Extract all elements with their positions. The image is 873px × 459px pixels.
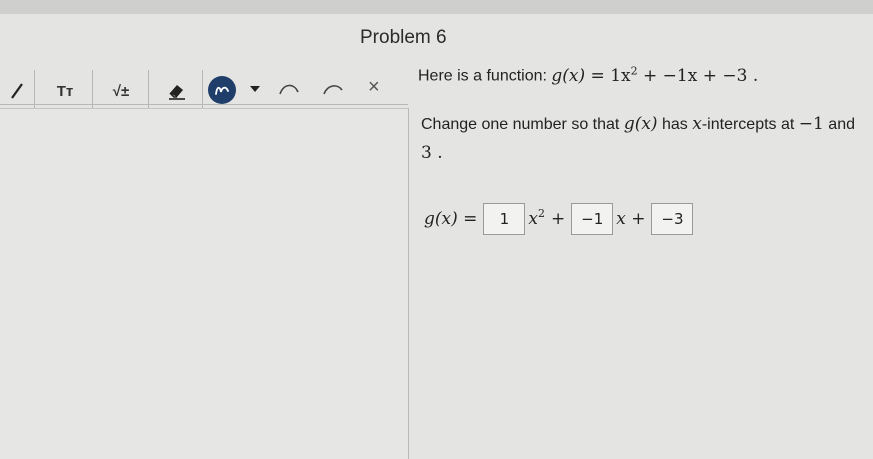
eraser-icon xyxy=(169,85,185,100)
answer-row: g(x) = 1 x2 + −1 x + −3 xyxy=(424,203,694,235)
function-term-a: 1x xyxy=(610,65,631,86)
answer-x-term: x + xyxy=(616,209,646,229)
answer-lhs: g(x) = xyxy=(424,209,478,229)
undo-curve-icon xyxy=(279,84,299,95)
function-exponent: 2 xyxy=(630,64,638,77)
window-top-strip xyxy=(0,0,873,14)
sqrt-plus-minus-icon: √± xyxy=(112,82,130,100)
draw-color-button[interactable] xyxy=(208,76,236,104)
function-expression: g(x) = 1x2 + −1x + −3 . xyxy=(551,64,759,86)
function-statement: Here is a function: g(x) = 1x2 + −1x + −… xyxy=(418,64,758,86)
function-rest: + −1x + −3 . xyxy=(643,65,759,86)
instruction-gx: g(x) xyxy=(623,114,658,134)
scribble-icon xyxy=(215,86,229,95)
prompt-text: Here is a function: xyxy=(418,67,547,85)
instruction-x: x xyxy=(692,114,702,134)
close-icon: × xyxy=(368,76,380,98)
chevron-down-icon xyxy=(250,86,260,92)
close-button[interactable]: × xyxy=(368,76,380,99)
redo-curve-icon xyxy=(323,85,343,95)
instruction-text: Change one number so that g(x) has x-int… xyxy=(421,110,866,168)
coefficient-a-input[interactable]: 1 xyxy=(483,203,526,235)
instruction-intercepts: -intercepts at xyxy=(701,116,795,133)
intercept-value-1: −1 xyxy=(798,114,824,134)
toolbar-divider-line xyxy=(0,104,408,105)
function-lhs: g(x) = xyxy=(551,65,605,86)
answer-exponent: 2 xyxy=(537,206,545,220)
pencil-icon xyxy=(11,83,23,99)
page-title: Problem 6 xyxy=(360,27,447,48)
text-size-icon: Tт xyxy=(56,82,74,100)
answer-x-squared: x xyxy=(528,209,538,229)
color-dropdown-button[interactable] xyxy=(248,82,262,96)
instruction-has: has xyxy=(662,116,688,133)
instruction-lead: Change one number so that xyxy=(421,116,620,133)
intercept-value-2: 3 . xyxy=(421,143,443,163)
instruction-and: and xyxy=(828,116,855,133)
drawing-canvas[interactable] xyxy=(0,108,409,459)
coefficient-b-input[interactable]: −1 xyxy=(571,203,614,235)
redo-button[interactable] xyxy=(320,78,350,100)
coefficient-c-input[interactable]: −3 xyxy=(651,203,694,235)
answer-plus: + xyxy=(550,209,566,229)
undo-button[interactable] xyxy=(274,78,304,100)
